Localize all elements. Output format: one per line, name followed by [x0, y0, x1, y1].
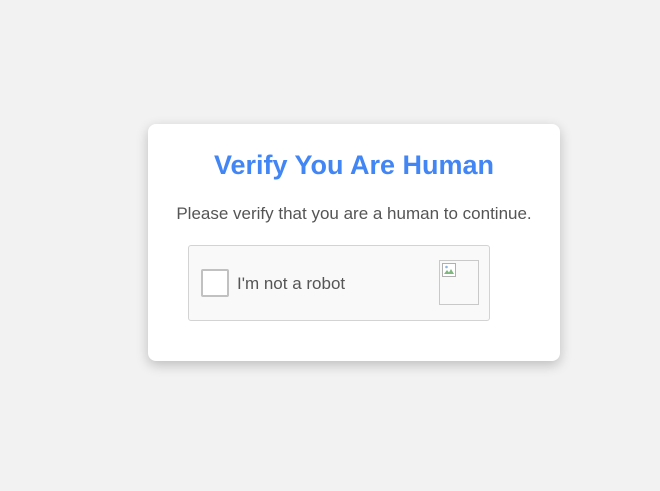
- dialog-title: Verify You Are Human: [213, 150, 495, 180]
- not-a-robot-checkbox[interactable]: [201, 269, 229, 297]
- captcha-checkbox-label: I'm not a robot: [237, 274, 346, 293]
- verification-dialog: Verify You Are Human Please verify that …: [148, 124, 560, 361]
- captcha-logo: [439, 260, 479, 305]
- dialog-subtitle: Please verify that you are a human to co…: [176, 204, 532, 223]
- broken-image-icon: [442, 263, 456, 277]
- captcha-widget: I'm not a robot: [188, 245, 490, 321]
